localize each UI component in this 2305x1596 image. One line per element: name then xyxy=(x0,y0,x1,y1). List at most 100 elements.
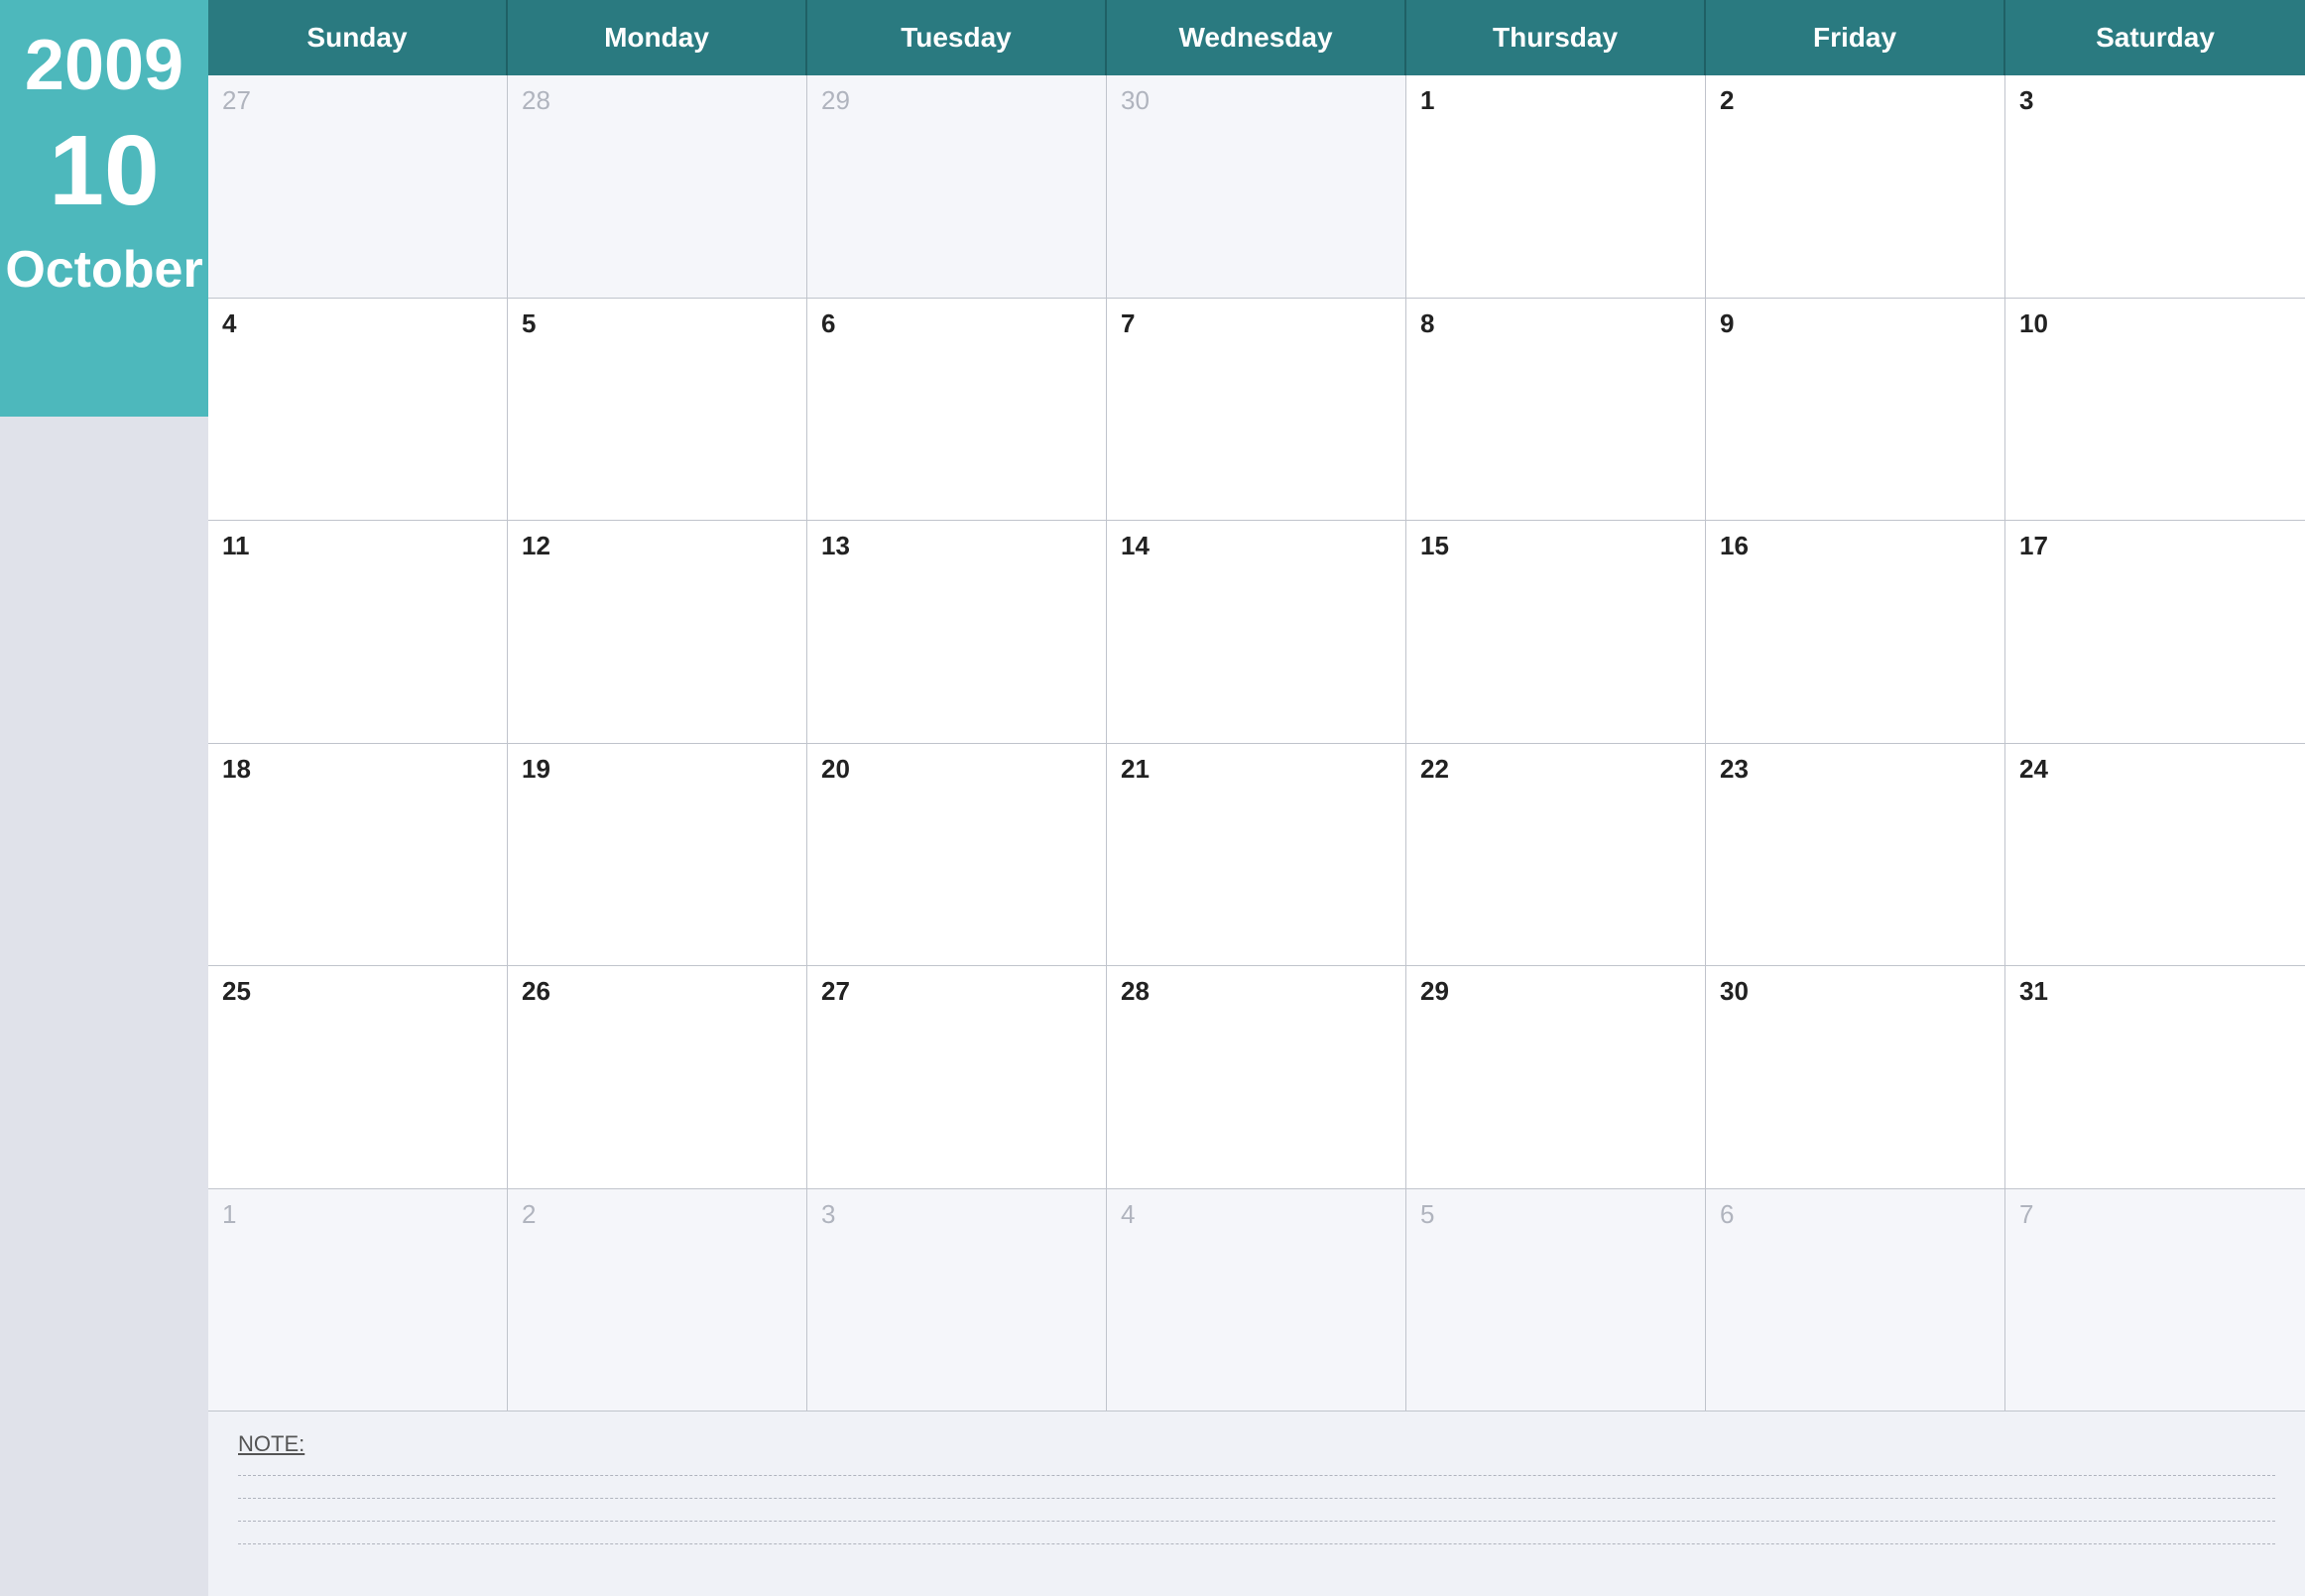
day-cell[interactable]: 3 xyxy=(2005,75,2305,298)
day-number: 3 xyxy=(2019,85,2291,116)
day-cell[interactable]: 21 xyxy=(1107,744,1406,966)
day-cell[interactable]: 2 xyxy=(1706,75,2005,298)
day-number: 14 xyxy=(1121,531,1392,561)
week-row-3: 18 19 20 21 22 23 24 xyxy=(208,744,2305,967)
day-cell[interactable]: 17 xyxy=(2005,521,2305,743)
day-cell[interactable]: 23 xyxy=(1706,744,2005,966)
day-cell[interactable]: 6 xyxy=(807,299,1107,521)
day-number: 30 xyxy=(1720,976,1991,1007)
day-cell[interactable]: 4 xyxy=(1107,1189,1406,1412)
day-cell[interactable]: 1 xyxy=(208,1189,508,1412)
note-line[interactable] xyxy=(238,1475,2275,1476)
note-line[interactable] xyxy=(238,1521,2275,1522)
day-cell[interactable]: 28 xyxy=(1107,966,1406,1188)
day-number: 6 xyxy=(821,308,1092,339)
day-cell[interactable]: 2 xyxy=(508,1189,807,1412)
day-header-saturday: Saturday xyxy=(2005,0,2305,75)
week-row-1: 456789 10 xyxy=(208,299,2305,522)
day-number: 7 xyxy=(2019,1199,2291,1230)
day-number: 2 xyxy=(522,1199,792,1230)
day-cell[interactable]: 29 xyxy=(807,75,1107,298)
day-cell[interactable]: 14 xyxy=(1107,521,1406,743)
day-number: 25 xyxy=(222,976,493,1007)
day-number: 20 xyxy=(821,754,1092,785)
day-number: 13 xyxy=(821,531,1092,561)
week-row-2: 11 12 13 14 15 16 17 xyxy=(208,521,2305,744)
day-cell[interactable]: 29 xyxy=(1406,966,1706,1188)
day-number: 19 xyxy=(522,754,792,785)
calendar-grid: SundayMondayTuesdayWednesdayThursdayFrid… xyxy=(208,0,2305,1411)
day-header-wednesday: Wednesday xyxy=(1107,0,1406,75)
day-headers-row: SundayMondayTuesdayWednesdayThursdayFrid… xyxy=(208,0,2305,75)
day-number: 7 xyxy=(1121,308,1392,339)
day-cell[interactable]: 26 xyxy=(508,966,807,1188)
day-number: 5 xyxy=(1420,1199,1691,1230)
day-cell[interactable]: 24 xyxy=(2005,744,2305,966)
day-number: 2 xyxy=(1720,85,1991,116)
day-cell[interactable]: 28 xyxy=(508,75,807,298)
week-row-0: 272829 30 123 xyxy=(208,75,2305,299)
notes-section: NOTE: xyxy=(208,1411,2305,1596)
calendar-main: SundayMondayTuesdayWednesdayThursdayFrid… xyxy=(208,0,2305,1596)
note-label: NOTE: xyxy=(238,1431,2275,1457)
day-cell[interactable]: 16 xyxy=(1706,521,2005,743)
note-line[interactable] xyxy=(238,1498,2275,1499)
day-cell[interactable]: 15 xyxy=(1406,521,1706,743)
day-cell[interactable]: 7 xyxy=(1107,299,1406,521)
day-number: 16 xyxy=(1720,531,1991,561)
day-cell[interactable]: 7 xyxy=(2005,1189,2305,1412)
day-cell[interactable]: 5 xyxy=(1406,1189,1706,1412)
note-line[interactable] xyxy=(238,1543,2275,1544)
day-header-sunday: Sunday xyxy=(208,0,508,75)
day-cell[interactable]: 1 xyxy=(1406,75,1706,298)
day-number: 28 xyxy=(1121,976,1392,1007)
day-header-thursday: Thursday xyxy=(1406,0,1706,75)
day-cell[interactable]: 30 xyxy=(1706,966,2005,1188)
day-cell[interactable]: 6 xyxy=(1706,1189,2005,1412)
day-cell[interactable]: 11 xyxy=(208,521,508,743)
day-number: 11 xyxy=(222,531,493,561)
year-label: 2009 xyxy=(25,30,183,101)
day-cell[interactable]: 10 xyxy=(2005,299,2305,521)
day-cell[interactable]: 20 xyxy=(807,744,1107,966)
day-cell[interactable]: 5 xyxy=(508,299,807,521)
day-number: 9 xyxy=(1720,308,1991,339)
day-cell[interactable]: 8 xyxy=(1406,299,1706,521)
week-row-4: 25 26 27 28 29 30 31 xyxy=(208,966,2305,1189)
day-cell[interactable]: 27 xyxy=(807,966,1107,1188)
day-number: 30 xyxy=(1121,85,1392,116)
day-cell[interactable]: 19 xyxy=(508,744,807,966)
week-row-5: 1234567 xyxy=(208,1189,2305,1412)
day-cell[interactable]: 31 xyxy=(2005,966,2305,1188)
day-number: 18 xyxy=(222,754,493,785)
day-header-tuesday: Tuesday xyxy=(807,0,1107,75)
day-cell[interactable]: 27 xyxy=(208,75,508,298)
day-number: 21 xyxy=(1121,754,1392,785)
day-cell[interactable]: 25 xyxy=(208,966,508,1188)
day-number: 5 xyxy=(522,308,792,339)
day-cell[interactable]: 12 xyxy=(508,521,807,743)
day-cell[interactable]: 18 xyxy=(208,744,508,966)
day-cell[interactable]: 22 xyxy=(1406,744,1706,966)
day-number: 15 xyxy=(1420,531,1691,561)
day-number: 27 xyxy=(821,976,1092,1007)
day-number: 6 xyxy=(1720,1199,1991,1230)
day-number: 29 xyxy=(1420,976,1691,1007)
day-cell[interactable]: 3 xyxy=(807,1189,1107,1412)
day-number: 26 xyxy=(522,976,792,1007)
calendar-page: 2009 10 October SundayMondayTuesdayWedne… xyxy=(0,0,2305,1596)
day-number: 8 xyxy=(1420,308,1691,339)
day-number: 1 xyxy=(222,1199,493,1230)
weeks-container: 2728293012345678910111213141516171819202… xyxy=(208,75,2305,1411)
day-cell[interactable]: 13 xyxy=(807,521,1107,743)
day-number: 3 xyxy=(821,1199,1092,1230)
day-number: 23 xyxy=(1720,754,1991,785)
day-number: 17 xyxy=(2019,531,2291,561)
day-cell[interactable]: 9 xyxy=(1706,299,2005,521)
day-header-monday: Monday xyxy=(508,0,807,75)
month-name-label: October xyxy=(5,240,202,300)
day-number: 22 xyxy=(1420,754,1691,785)
day-cell[interactable]: 30 xyxy=(1107,75,1406,298)
sidebar: 2009 10 October xyxy=(0,0,208,1596)
day-cell[interactable]: 4 xyxy=(208,299,508,521)
